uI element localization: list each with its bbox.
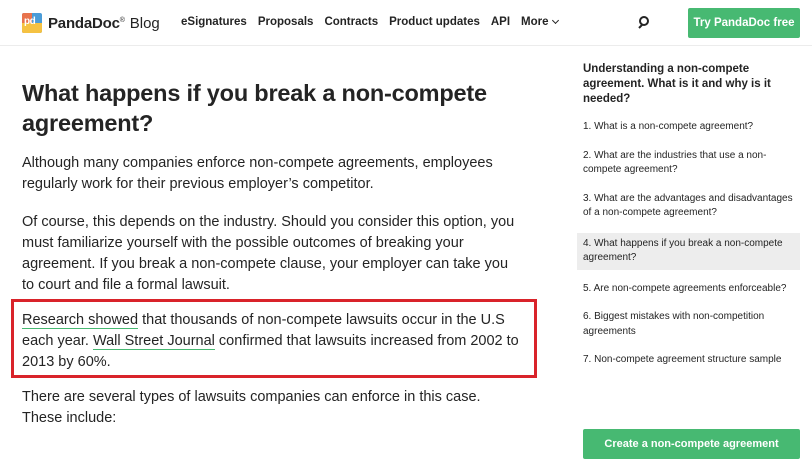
toc-item-6[interactable]: 6. Biggest mistakes with non-competition… [577, 308, 800, 341]
toc-list: 1. What is a non-compete agreement? 2. W… [577, 118, 800, 380]
nav-item-proposals[interactable]: Proposals [258, 16, 314, 28]
main-nav: eSignatures Proposals Contracts Product … [181, 16, 569, 28]
more-label: More [521, 16, 549, 28]
toc-title: Understanding a non-compete agreement. W… [583, 63, 771, 105]
article-paragraph-1: Although many companies enforce non-comp… [22, 155, 493, 192]
highlight-box [11, 299, 537, 378]
article-paragraph-4: There are several types of lawsuits comp… [22, 389, 481, 426]
nav-item-contracts[interactable]: Contracts [324, 16, 378, 28]
toc-item-3[interactable]: 3. What are the advantages and disadvant… [577, 190, 800, 223]
article-paragraph-2: Of course, this depends on the industry.… [22, 214, 515, 293]
brand-suffix: Blog [129, 14, 160, 32]
toc-item-7[interactable]: 7. Non-compete agreement structure sampl… [577, 351, 800, 370]
toc-item-1[interactable]: 1. What is a non-compete agreement? [577, 118, 800, 137]
pandadoc-logo-icon: pd [22, 13, 42, 33]
nav-item-esignatures[interactable]: eSignatures [181, 16, 247, 28]
nav-item-product-updates[interactable]: Product updates [389, 16, 480, 28]
create-non-compete-button[interactable]: Create a non-compete agreement [583, 429, 800, 459]
nav-item-api[interactable]: API [491, 16, 510, 28]
logo-glyph: pd [24, 16, 36, 27]
try-pandadoc-free-button[interactable]: Try PandaDoc free [688, 8, 800, 38]
logo[interactable]: pd PandaDoc® Blog [22, 13, 160, 33]
chevron-down-icon [551, 16, 559, 25]
search-icon[interactable] [637, 15, 653, 31]
toc-item-4[interactable]: 4. What happens if you break a non-compe… [577, 232, 800, 270]
toc-item-2[interactable]: 2. What are the industries that use a no… [577, 147, 800, 180]
article-title: What happens if you break a non-compete … [22, 80, 487, 136]
top-header: pd PandaDoc® Blog eSignatures Proposals … [0, 0, 812, 46]
nav-item-more[interactable]: More [521, 16, 559, 28]
brand-name: PandaDoc® [48, 14, 125, 32]
toc-item-5[interactable]: 5. Are non-compete agreements enforceabl… [577, 280, 800, 299]
